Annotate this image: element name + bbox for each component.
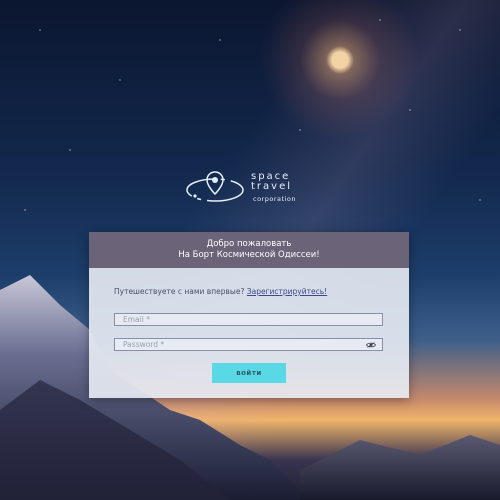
welcome-title-line-2: На Борт Космической Одиссеи! — [178, 250, 320, 260]
login-card: Добро пожаловать На Борт Космической Оди… — [89, 232, 409, 398]
password-field[interactable] — [114, 338, 383, 351]
email-field[interactable] — [114, 313, 383, 326]
register-prompt-text: Путешествуете с нами впервые? — [114, 287, 245, 296]
eye-icon[interactable] — [366, 341, 376, 349]
login-button[interactable]: войти — [212, 363, 286, 383]
orbit-logo-icon — [186, 171, 244, 202]
brand-line-2: travel — [251, 181, 293, 192]
brand-line-3: corporation — [253, 195, 296, 203]
brand-wordmark: space travel corporation — [251, 172, 296, 204]
register-link[interactable]: Зарегистрируйтесь! — [247, 287, 327, 296]
brand-logo: space travel corporation — [185, 168, 325, 213]
email-input[interactable] — [115, 314, 382, 325]
register-prompt-row: Путешествуете с нами впервые? Зарегистри… — [114, 287, 327, 296]
welcome-title-line-1: Добро пожаловать — [206, 239, 292, 249]
password-input[interactable] — [115, 339, 382, 350]
welcome-header: Добро пожаловать На Борт Космической Оди… — [89, 232, 409, 268]
